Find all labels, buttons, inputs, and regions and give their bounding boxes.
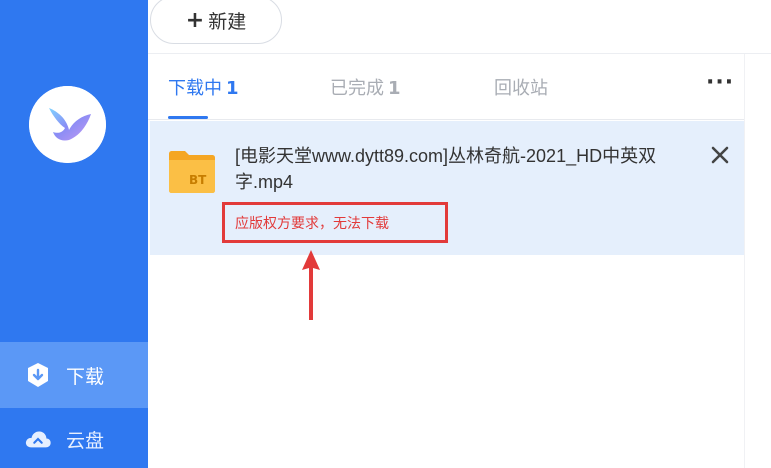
tab-downloading[interactable]: 下载中 1 [168,74,239,100]
top-bar: + 新建 [148,0,771,54]
tab-label: 回收站 [494,78,548,99]
remove-button[interactable] [708,143,732,167]
new-button-label: 新建 [208,10,247,33]
download-shield-icon [24,361,52,389]
tab-recycle-bin[interactable]: 回收站 [494,74,548,100]
sidebar: 下载 云盘 [0,0,148,468]
new-button[interactable]: + 新建 [150,0,282,44]
sidebar-item-label: 下载 [66,365,105,388]
tab-bar: 下载中 1 已完成 1 回收站 ··· [148,54,744,120]
scroll-track[interactable] [744,54,771,468]
tab-count: 1 [226,78,239,99]
tab-label: 下载中 [168,78,222,99]
sidebar-item-label: 云盘 [66,429,105,452]
tab-count: 1 [388,78,401,99]
bird-logo-icon [29,86,106,163]
more-menu-button[interactable]: ··· [706,70,734,95]
annotation-arrow-icon [302,250,320,320]
cloud-icon [24,425,52,453]
file-name: [电影天堂www.dytt89.com]丛林奇航-2021_HD中英双字.mp4 [235,146,657,192]
folder-bt-icon: BT [167,146,217,196]
tab-completed[interactable]: 已完成 1 [330,74,401,100]
tab-active-indicator [168,116,208,119]
sidebar-item-download[interactable]: 下载 [0,342,148,408]
avatar[interactable] [29,86,106,163]
sidebar-item-cloud[interactable]: 云盘 [0,410,148,468]
error-status-text: 应版权方要求，无法下载 [235,215,389,232]
tab-label: 已完成 [330,78,384,99]
close-icon [711,146,729,164]
file-badge: BT [189,173,207,187]
download-list-item[interactable]: BT [电影天堂www.dytt89.com]丛林奇航-2021_HD中英双字.… [150,121,744,255]
plus-icon: + [185,7,205,33]
error-highlight-box: 应版权方要求，无法下载 [222,202,448,243]
